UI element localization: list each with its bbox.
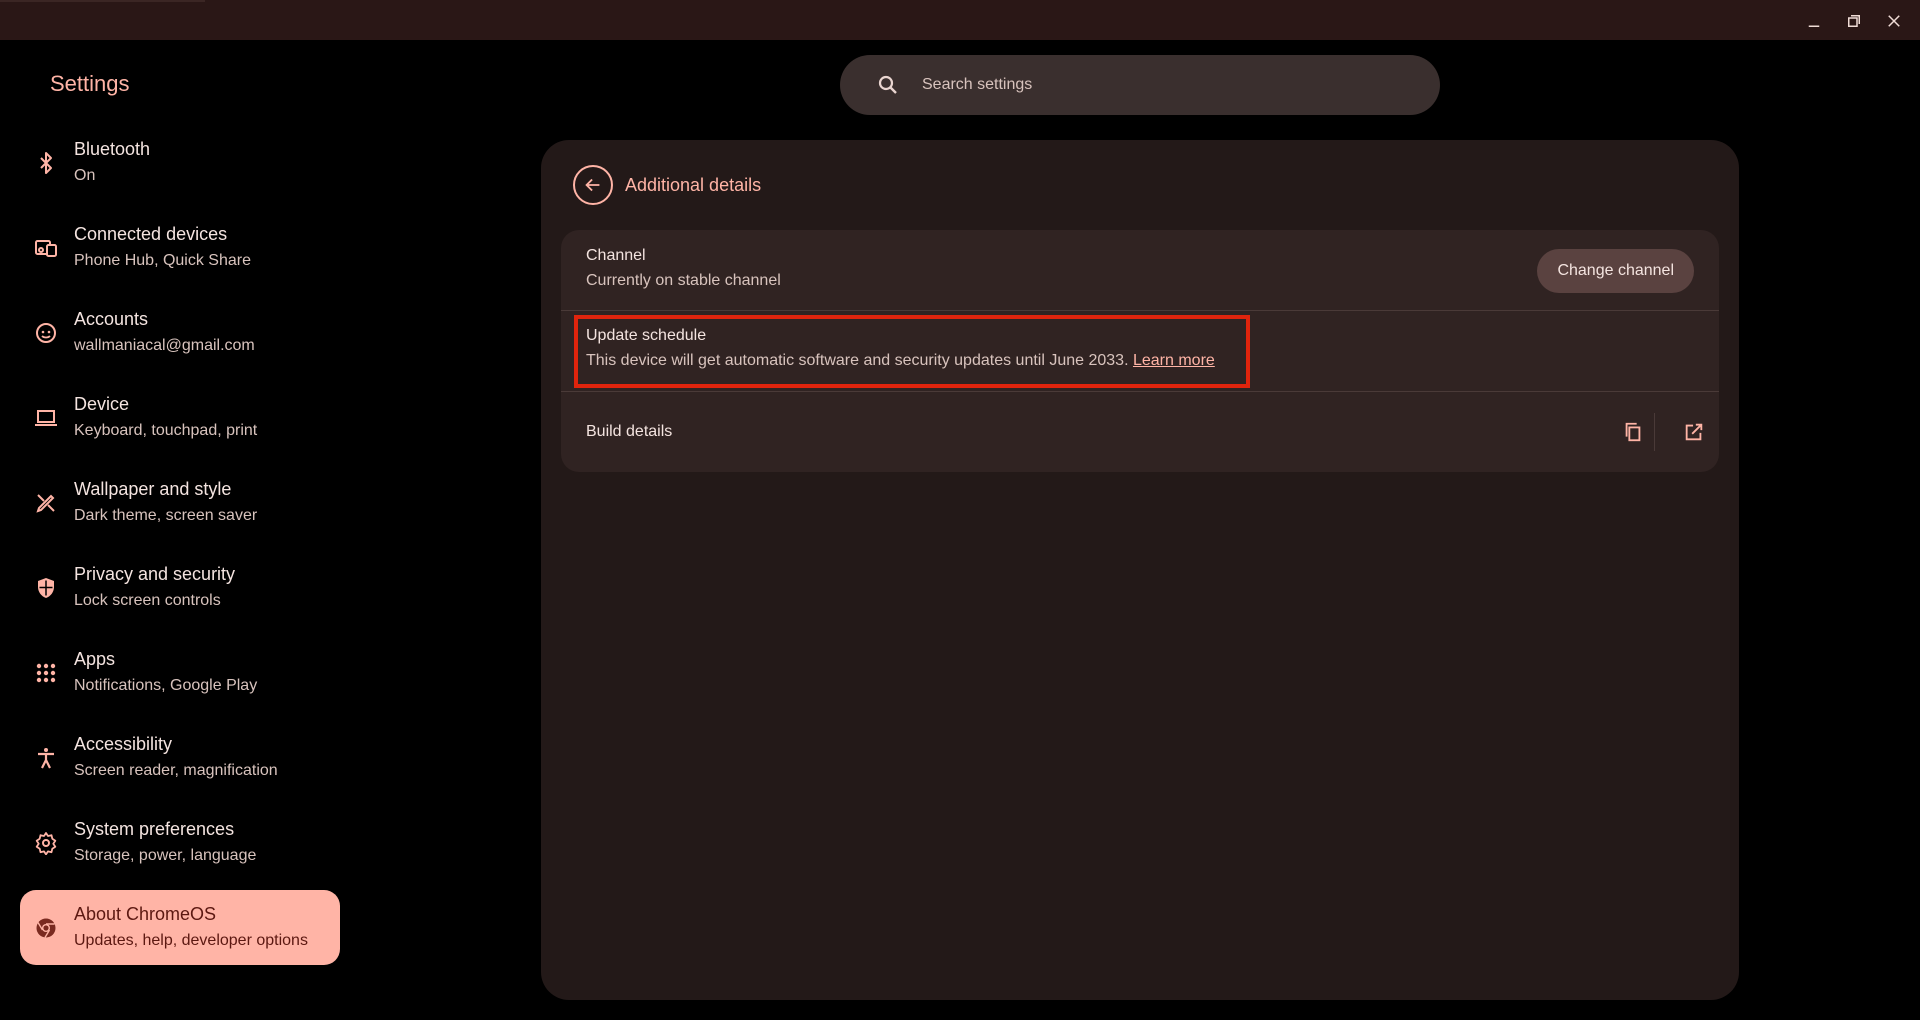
search-bar[interactable] bbox=[840, 55, 1440, 115]
open-in-new-icon bbox=[1685, 423, 1703, 441]
sidebar-item-sub: Phone Hub, Quick Share bbox=[74, 252, 251, 269]
chromeos-icon bbox=[36, 918, 56, 938]
connected-devices-icon bbox=[35, 239, 57, 257]
restore-icon bbox=[1848, 15, 1860, 27]
channel-label: Channel bbox=[586, 247, 646, 264]
sidebar-item-label: System preferences bbox=[74, 819, 235, 839]
title-bar-accent bbox=[0, 0, 205, 2]
restore-button[interactable] bbox=[1834, 8, 1874, 34]
update-schedule-description: This device will get automatic software … bbox=[586, 352, 1129, 369]
update-schedule-label: Update schedule bbox=[586, 327, 707, 344]
sidebar-item-label: Bluetooth bbox=[74, 139, 151, 159]
update-schedule-row: Update schedule This device will get aut… bbox=[561, 311, 1719, 391]
minimize-button[interactable] bbox=[1794, 8, 1834, 34]
search-input[interactable] bbox=[922, 76, 1402, 94]
sidebar-item-sub: Updates, help, developer options bbox=[74, 932, 308, 949]
channel-row: Channel Currently on stable channel Chan… bbox=[561, 230, 1719, 310]
apps-grid-icon bbox=[36, 663, 56, 682]
bluetooth-icon bbox=[40, 151, 52, 174]
build-details-label: Build details bbox=[586, 423, 673, 440]
sidebar-item-accessibility[interactable]: Accessibility Screen reader, magnificatio… bbox=[20, 720, 340, 795]
app-title: Settings bbox=[50, 71, 130, 96]
page-title: Additional details bbox=[625, 174, 762, 195]
accessibility-icon bbox=[38, 747, 54, 768]
sidebar-item-sub: On bbox=[74, 167, 96, 184]
vertical-divider bbox=[1654, 413, 1655, 451]
shield-icon bbox=[38, 577, 54, 598]
sidebar-item-label: Device bbox=[74, 394, 130, 414]
sidebar-item-wallpaper[interactable]: Wallpaper and style Dark theme, screen sa… bbox=[20, 465, 340, 540]
title-bar bbox=[0, 0, 1920, 40]
channel-status: Currently on stable channel bbox=[586, 272, 781, 289]
open-external-button[interactable] bbox=[1678, 416, 1710, 448]
back-button[interactable] bbox=[573, 165, 613, 205]
close-icon bbox=[1888, 15, 1900, 27]
sidebar-item-apps[interactable]: Apps Notifications, Google Play bbox=[20, 635, 340, 710]
close-button[interactable] bbox=[1874, 8, 1914, 34]
sidebar-item-sub: Lock screen controls bbox=[74, 592, 221, 609]
sidebar-item-label: Connected devices bbox=[74, 224, 228, 244]
details-group: Channel Currently on stable channel Chan… bbox=[561, 230, 1719, 472]
sidebar-item-sub: Storage, power, language bbox=[74, 847, 257, 864]
copy-icon bbox=[1625, 422, 1641, 442]
arrow-back-icon bbox=[585, 178, 600, 192]
paint-icon bbox=[36, 493, 55, 513]
sidebar-item-system-preferences[interactable]: System preferences Storage, power, langua… bbox=[20, 805, 340, 880]
sidebar-item-sub: Keyboard, touchpad, print bbox=[74, 422, 258, 439]
update-schedule-text: This device will get automatic software … bbox=[586, 352, 1215, 370]
sidebar-item-label: Wallpaper and style bbox=[74, 479, 232, 499]
minimize-icon bbox=[1808, 25, 1820, 27]
learn-more-link[interactable]: Learn more bbox=[1133, 352, 1215, 369]
sidebar-item-label: Accounts bbox=[74, 309, 149, 329]
sidebar-item-sub: Screen reader, magnification bbox=[74, 762, 278, 779]
sidebar-item-accounts[interactable]: Accounts wallmaniacal@gmail.com bbox=[20, 295, 340, 370]
sidebar-item-device[interactable]: Device Keyboard, touchpad, print bbox=[20, 380, 340, 455]
sidebar-item-privacy[interactable]: Privacy and security Lock screen controls bbox=[20, 550, 340, 625]
card-header: Additional details bbox=[573, 165, 761, 205]
sidebar-item-sub: Notifications, Google Play bbox=[74, 677, 258, 694]
sidebar-item-label: Apps bbox=[74, 649, 116, 669]
sidebar-item-bluetooth[interactable]: Bluetooth On bbox=[20, 125, 340, 200]
sidebar-item-label: About ChromeOS bbox=[74, 904, 217, 924]
search-icon bbox=[878, 75, 897, 94]
window-controls bbox=[1794, 8, 1914, 34]
additional-details-card: Additional details Channel Currently on … bbox=[541, 140, 1739, 1000]
copy-button[interactable] bbox=[1617, 416, 1649, 448]
sidebar-item-about-chromeos[interactable]: About ChromeOS Updates, help, developer o… bbox=[20, 890, 340, 965]
gear-icon bbox=[35, 831, 57, 855]
sidebar-item-label: Privacy and security bbox=[74, 564, 236, 584]
sidebar-item-label: Accessibility bbox=[74, 734, 173, 754]
sidebar-item-sub: Dark theme, screen saver bbox=[74, 507, 258, 524]
change-channel-button[interactable]: Change channel bbox=[1537, 249, 1694, 293]
sidebar-item-sub: wallmaniacal@gmail.com bbox=[74, 337, 255, 354]
sidebar-nav: Bluetooth On Connected devices Phone Hub, … bbox=[20, 125, 340, 975]
account-icon bbox=[36, 322, 56, 343]
sidebar-item-connected-devices[interactable]: Connected devices Phone Hub, Quick Share bbox=[20, 210, 340, 285]
laptop-icon bbox=[35, 409, 57, 426]
build-details-row[interactable]: Build details bbox=[561, 392, 1719, 472]
